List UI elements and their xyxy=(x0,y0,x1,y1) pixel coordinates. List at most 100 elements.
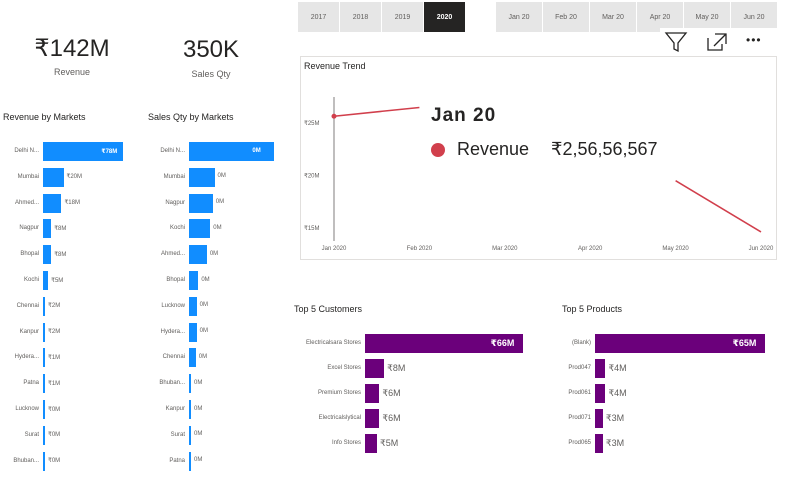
revenue-by-markets-bar[interactable] xyxy=(43,322,46,342)
sales-qty-by-markets-data-label: 0M xyxy=(199,328,208,335)
revenue-by-markets-row-label: Hydera... xyxy=(14,354,39,361)
top-products-bar[interactable] xyxy=(595,384,606,403)
month-feb-button[interactable]: Feb 20 xyxy=(543,2,590,32)
sales-qty-by-markets-row-label: Kochi xyxy=(169,225,185,232)
revenue-by-markets-bar[interactable] xyxy=(43,348,45,368)
revenue-by-markets-data-label: ₹1M xyxy=(48,354,61,361)
sales-qty-by-markets-bar[interactable] xyxy=(189,425,191,445)
revenue-series-line[interactable] xyxy=(333,106,420,117)
revenue-by-markets-bar[interactable] xyxy=(43,451,45,471)
sales-qty-by-markets-row-label: Bhuban... xyxy=(159,380,185,387)
top-products-bar[interactable] xyxy=(595,359,606,378)
top-customers-bar[interactable] xyxy=(365,384,380,403)
tooltip-series-marker xyxy=(431,143,445,157)
sales-qty-by-markets-bar[interactable] xyxy=(189,374,191,394)
sales-qty-kpi-label: Sales Qty xyxy=(191,69,231,79)
revenue-by-markets-row-label: Delhi N... xyxy=(14,148,39,154)
sales-qty-by-markets-bar[interactable] xyxy=(189,245,207,265)
y-tick-label: ₹25M xyxy=(304,120,320,127)
revenue-by-markets-bar[interactable] xyxy=(43,296,46,316)
revenue-by-markets-bar[interactable] xyxy=(43,167,64,187)
revenue-by-markets-row-label: Surat xyxy=(24,431,39,438)
sales-qty-by-markets-bar[interactable] xyxy=(189,193,213,213)
top-products-title: Top 5 Products xyxy=(562,304,623,314)
focus-mode-icon[interactable] xyxy=(706,32,728,52)
sales-qty-by-markets-data-label: 0M xyxy=(194,431,203,438)
month-jan-button[interactable]: Jan 20 xyxy=(496,2,543,32)
sales-qty-by-markets-bar[interactable] xyxy=(189,348,196,368)
filter-icon[interactable] xyxy=(664,31,688,53)
revenue-by-markets-data-label: ₹78M xyxy=(101,148,118,155)
revenue-by-markets-data-label: ₹20M xyxy=(66,174,83,181)
sales-qty-by-markets-bar[interactable] xyxy=(189,142,274,161)
revenue-by-markets-bar[interactable] xyxy=(43,374,45,394)
sales-qty-by-markets-data-label: 0M xyxy=(198,353,208,360)
top-products-data-label: ₹4M xyxy=(608,363,627,373)
revenue-trend-tooltip: Jan 20 Revenue ₹2,56,56,567 xyxy=(411,101,671,171)
sales-qty-by-markets-data-label: 0M xyxy=(194,457,203,464)
sales-qty-by-markets-data-label: 0M xyxy=(217,173,226,180)
more-options-icon[interactable]: ••• xyxy=(746,33,762,47)
revenue-kpi-label: Revenue xyxy=(53,67,91,77)
sales-qty-by-markets-bar[interactable] xyxy=(189,271,199,290)
year-2018-button[interactable]: 2018 xyxy=(340,2,382,32)
revenue-by-markets-bar[interactable] xyxy=(43,425,45,445)
sales-qty-by-markets-row-label: Surat xyxy=(170,431,185,438)
top-customers-data-label: ₹6M xyxy=(382,413,401,423)
tooltip-series-name: Revenue xyxy=(457,139,530,159)
revenue-by-markets-chart: Revenue by Markets Delhi N... ₹78M Mumbai ₹… xyxy=(0,108,135,473)
revenue-by-markets-bar[interactable] xyxy=(43,245,52,265)
top-products-row-label: Prod061 xyxy=(568,390,591,396)
year-2019-button[interactable]: 2019 xyxy=(382,2,424,32)
sales-qty-by-markets-bar[interactable] xyxy=(189,451,191,471)
top-customers-row-label: Info Stores xyxy=(331,440,361,446)
revenue-by-markets-row-label: Kochi xyxy=(23,277,39,283)
top-customers-row-label: Premium Stores xyxy=(317,390,361,396)
sales-qty-by-markets-data-label: 0M xyxy=(215,199,225,206)
sales-qty-by-markets-row-label: Ahmed... xyxy=(160,251,185,258)
revenue-by-markets-bar[interactable] xyxy=(43,400,45,419)
top-customers-bar[interactable] xyxy=(365,359,385,378)
sales-qty-by-markets-bar[interactable] xyxy=(189,167,215,187)
top-products-row-label: Prod047 xyxy=(568,365,591,371)
sales-qty-by-markets-row-label: Kanpur xyxy=(165,406,185,412)
revenue-by-markets-row-label: Nagpur xyxy=(19,225,39,232)
top-customers-data-label: ₹8M xyxy=(387,363,406,373)
y-tick-label: ₹20M xyxy=(304,172,320,179)
sales-qty-by-markets-row-label: Bhopal xyxy=(166,277,185,283)
sales-qty-by-markets-bar[interactable] xyxy=(189,322,197,342)
sales-qty-by-markets-row-label: Delhi N... xyxy=(160,148,185,154)
sales-qty-by-markets-bar[interactable] xyxy=(189,400,191,419)
revenue-by-markets-data-label: ₹0M xyxy=(48,458,61,465)
revenue-by-markets-bar[interactable] xyxy=(43,271,49,290)
x-tick-label: Mar 2020 xyxy=(492,246,518,252)
top-customers-bar[interactable] xyxy=(365,409,380,428)
top-products-data-label: ₹65M xyxy=(732,338,757,348)
top-customers-row-label: Electricalslytical xyxy=(318,415,361,421)
revenue-by-markets-bar[interactable] xyxy=(43,193,62,213)
revenue-series-line[interactable] xyxy=(675,180,762,233)
year-2020-button[interactable]: 2020 xyxy=(424,2,466,32)
sales-qty-by-markets-bar[interactable] xyxy=(189,296,197,316)
x-tick-label: Jan 2020 xyxy=(322,246,347,252)
sales-qty-by-markets-bar[interactable] xyxy=(189,219,211,239)
sales-qty-by-markets-row-label: Lucknow xyxy=(161,302,185,309)
sales-qty-by-markets-row-label: Patna xyxy=(169,457,185,464)
revenue-by-markets-title: Revenue by Markets xyxy=(3,112,86,122)
revenue-by-markets-data-label: ₹0M xyxy=(48,406,61,413)
revenue-data-point[interactable] xyxy=(331,113,337,119)
top-products-row-label: Prod065 xyxy=(568,440,591,446)
sales-qty-by-markets-row-label: Nagpur xyxy=(165,199,185,206)
revenue-by-markets-data-label: ₹18M xyxy=(64,200,80,207)
top-customers-bar[interactable] xyxy=(365,434,377,453)
top-products-bar[interactable] xyxy=(595,409,603,428)
revenue-by-markets-bar[interactable] xyxy=(43,219,52,239)
revenue-by-markets-data-label: ₹8M xyxy=(54,225,67,232)
top-products-bar[interactable] xyxy=(595,434,603,453)
revenue-by-markets-row-label: Kanpur xyxy=(19,328,39,335)
month-mar-button[interactable]: Mar 20 xyxy=(590,2,637,32)
top-customers-chart: Top 5 Customers Electricalsara Stores ₹66… xyxy=(290,298,535,468)
year-2017-button[interactable]: 2017 xyxy=(298,2,340,32)
top-customers-row-label: Excel Stores xyxy=(327,365,361,371)
revenue-by-markets-data-label: ₹8M xyxy=(54,251,67,258)
